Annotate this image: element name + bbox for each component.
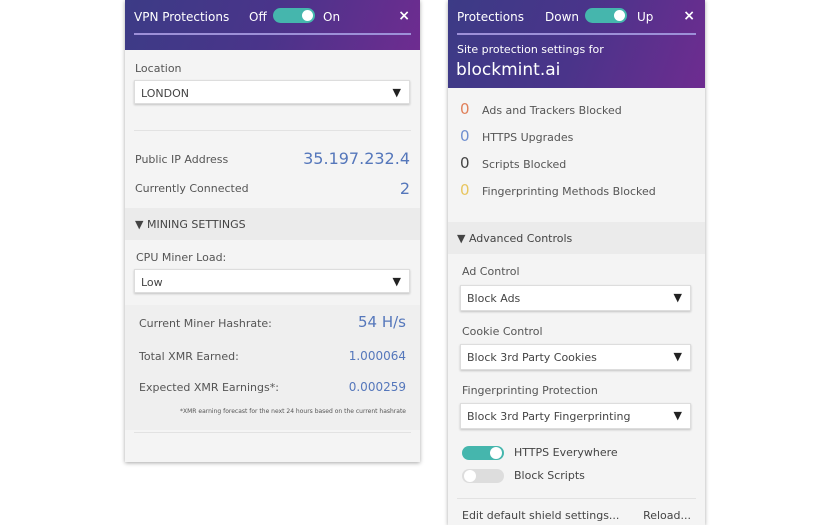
reload-link[interactable]: Reload... <box>643 509 691 522</box>
chevron-down-icon: ▼ <box>673 291 682 304</box>
chevron-down-icon: ▼ <box>673 409 682 422</box>
expected-label: Expected XMR Earnings*: <box>139 381 279 394</box>
stat-item: 0 Fingerprinting Methods Blocked <box>460 181 656 199</box>
stat-count: 0 <box>460 154 470 172</box>
https-everywhere-label: HTTPS Everywhere <box>514 446 618 459</box>
block-scripts-toggle[interactable]: Block Scripts <box>462 469 585 483</box>
chevron-down-icon: ▼ <box>392 86 401 99</box>
advanced-controls-header: ▼ Advanced Controls <box>457 232 573 245</box>
down-label: Down <box>545 10 580 24</box>
mining-settings-header: ▼ MINING SETTINGS <box>135 218 246 231</box>
block-scripts-label: Block Scripts <box>514 469 585 482</box>
on-label: On <box>323 10 341 24</box>
stat-label: HTTPS Upgrades <box>482 131 574 144</box>
stat-count: 0 <box>460 181 470 199</box>
ad-control-value: Block Ads <box>467 292 521 305</box>
vpn-panel: VPN Protections Off On × Location LONDON… <box>125 0 420 462</box>
earned-label: Total XMR Earned: <box>139 350 239 363</box>
edit-shield-settings-link[interactable]: Edit default shield settings... <box>462 509 619 522</box>
stat-label: Scripts Blocked <box>482 158 567 171</box>
fingerprinting-value: Block 3rd Party Fingerprinting <box>467 410 631 423</box>
location-label: Location <box>135 62 182 75</box>
hashrate-value: 54 H/s <box>357 313 406 331</box>
toggle-switch[interactable] <box>462 446 504 460</box>
site-subtitle: Site protection settings for <box>457 43 604 56</box>
cookie-control-label: Cookie Control <box>462 325 543 338</box>
ad-control-label: Ad Control <box>462 265 520 278</box>
location-select[interactable]: LONDON ▼ <box>134 80 410 104</box>
vpn-header: VPN Protections Off On × <box>125 0 420 50</box>
chevron-down-icon: ▼ <box>673 350 682 363</box>
connected-label: Currently Connected <box>135 182 249 195</box>
off-label: Off <box>249 10 267 24</box>
divider <box>457 498 696 499</box>
site-name: blockmint.ai <box>456 60 561 80</box>
stat-label: Fingerprinting Methods Blocked <box>482 185 656 198</box>
stat-label: Ads and Trackers Blocked <box>482 104 622 117</box>
https-everywhere-toggle[interactable]: HTTPS Everywhere <box>462 446 618 460</box>
footnote: *XMR earning forecast for the next 24 ho… <box>180 408 406 415</box>
vpn-title: VPN Protections <box>134 10 230 24</box>
header-divider <box>134 33 411 35</box>
ip-value: 35.197.232.4 <box>303 149 410 168</box>
cookie-control-value: Block 3rd Party Cookies <box>467 351 597 364</box>
cpu-select[interactable]: Low ▼ <box>134 269 410 293</box>
ip-label: Public IP Address <box>135 153 229 166</box>
divider <box>134 130 411 131</box>
header-divider <box>457 33 696 35</box>
toggle-switch[interactable] <box>462 469 504 483</box>
stat-count: 0 <box>460 127 470 145</box>
stat-count: 0 <box>460 100 470 118</box>
vpn-toggle[interactable] <box>273 8 315 23</box>
ad-control-select[interactable]: Block Ads ▼ <box>460 285 691 311</box>
advanced-controls-toggle[interactable]: ▼ Advanced Controls <box>448 222 705 254</box>
shields-toggle[interactable] <box>585 8 627 23</box>
close-icon[interactable]: × <box>398 8 410 24</box>
connected-value: 2 <box>399 179 410 198</box>
up-label: Up <box>637 10 654 24</box>
stat-item: 0 HTTPS Upgrades <box>460 127 573 145</box>
shields-panel: Protections Down Up × Site protection se… <box>448 0 705 525</box>
chevron-down-icon: ▼ <box>392 275 401 288</box>
hashrate-label: Current Miner Hashrate: <box>139 317 272 330</box>
fingerprinting-select[interactable]: Block 3rd Party Fingerprinting ▼ <box>460 403 691 429</box>
fingerprinting-label: Fingerprinting Protection <box>462 384 598 397</box>
divider <box>134 432 411 433</box>
stat-item: 0 Ads and Trackers Blocked <box>460 100 622 118</box>
cpu-value: Low <box>141 276 163 289</box>
stat-item: 0 Scripts Blocked <box>460 154 566 172</box>
expected-value: 0.000259 <box>348 380 406 394</box>
cpu-label: CPU Miner Load: <box>136 251 227 264</box>
location-value: LONDON <box>141 87 189 100</box>
earned-value: 1.000064 <box>348 349 406 363</box>
mining-settings-toggle[interactable]: ▼ MINING SETTINGS <box>125 208 420 240</box>
close-icon[interactable]: × <box>683 8 695 24</box>
shields-header: Protections Down Up × Site protection se… <box>448 0 705 88</box>
shields-title: Protections <box>457 10 524 24</box>
cookie-control-select[interactable]: Block 3rd Party Cookies ▼ <box>460 344 691 370</box>
